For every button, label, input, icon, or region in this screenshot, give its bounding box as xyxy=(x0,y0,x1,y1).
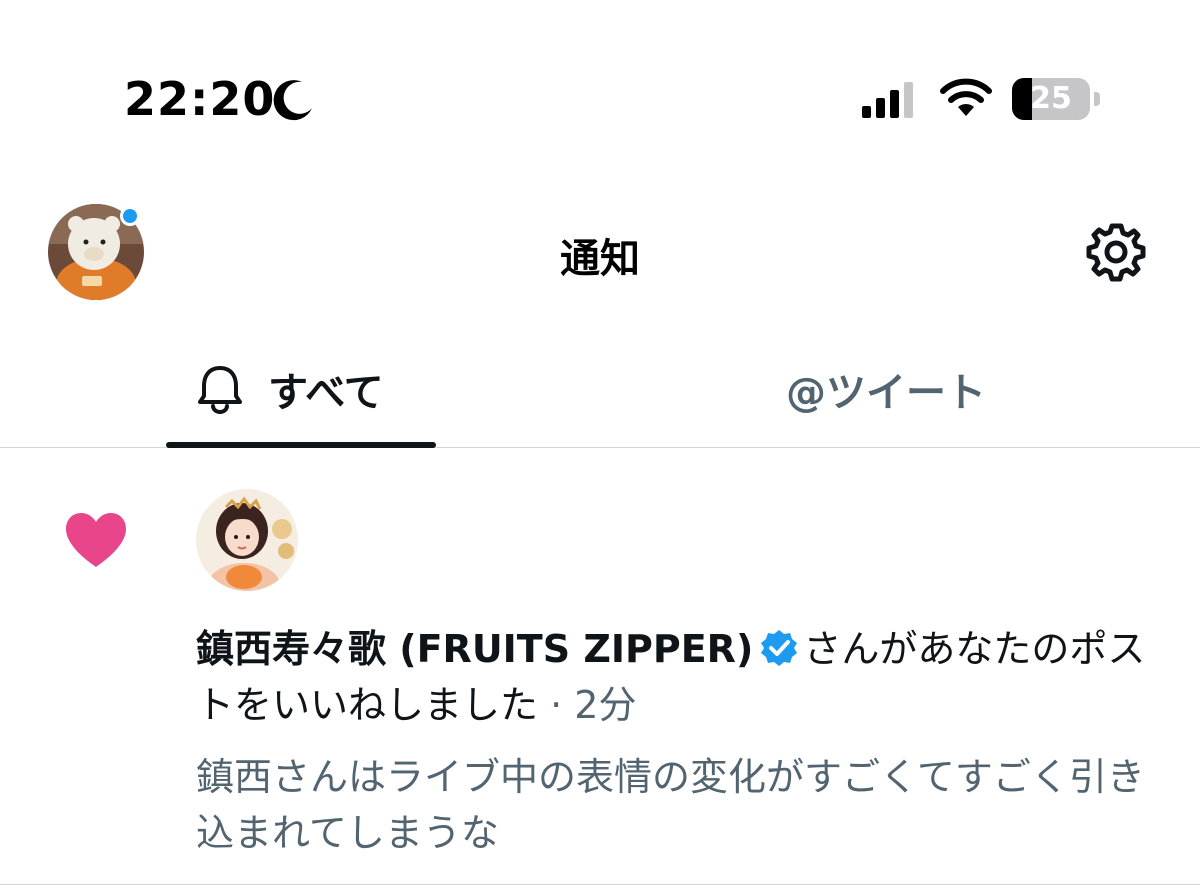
tab-mentions-label: @ツイート xyxy=(786,370,986,416)
notification-tabs: すべて @ツイート xyxy=(0,330,1200,448)
gear-icon[interactable] xyxy=(1084,220,1148,284)
user-name[interactable]: 鎮西寿々歌 (FRUITS ZIPPER) xyxy=(196,627,753,671)
time-separator: · xyxy=(538,683,575,727)
post-preview-text: 鎮西さんはライブ中の表情の変化がすごくてすごく引き込まれてしまうな xyxy=(196,755,1145,855)
tab-all-content: すべて xyxy=(196,360,384,418)
battery-nub xyxy=(1094,92,1100,106)
battery-body: 25 xyxy=(1012,78,1090,120)
notification-text: 鎮西寿々歌 (FRUITS ZIPPER) さんがあなたのポストをいいねしました… xyxy=(196,621,1156,733)
battery-level-label: 25 xyxy=(1030,81,1072,116)
notification-item[interactable]: 鎮西寿々歌 (FRUITS ZIPPER) さんがあなたのポストをいいねしました… xyxy=(0,449,1200,885)
moon-icon xyxy=(273,80,312,121)
unread-badge xyxy=(120,206,140,226)
tab-all-label: すべて xyxy=(268,370,384,416)
status-bar: 22:20 25 xyxy=(0,0,1200,190)
tab-all[interactable]: すべて xyxy=(0,330,600,448)
app-header: 通知 xyxy=(0,190,1200,315)
notification-time: 2分 xyxy=(574,683,637,727)
user-avatar[interactable] xyxy=(196,489,298,591)
tab-mentions-content: @ツイート xyxy=(786,360,986,418)
page-title: 通知 xyxy=(560,236,640,282)
tab-selected-indicator xyxy=(166,442,436,448)
user-avatar-image xyxy=(196,489,298,591)
tab-mentions[interactable]: @ツイート xyxy=(600,330,1200,448)
verified-badge-icon xyxy=(761,630,798,666)
wifi-icon xyxy=(940,78,992,116)
bell-icon xyxy=(198,366,242,414)
cellular-signal-icon xyxy=(862,82,913,118)
status-time: 22:20 xyxy=(124,72,276,126)
heart-icon xyxy=(66,513,126,567)
battery-indicator: 25 xyxy=(1012,78,1100,120)
